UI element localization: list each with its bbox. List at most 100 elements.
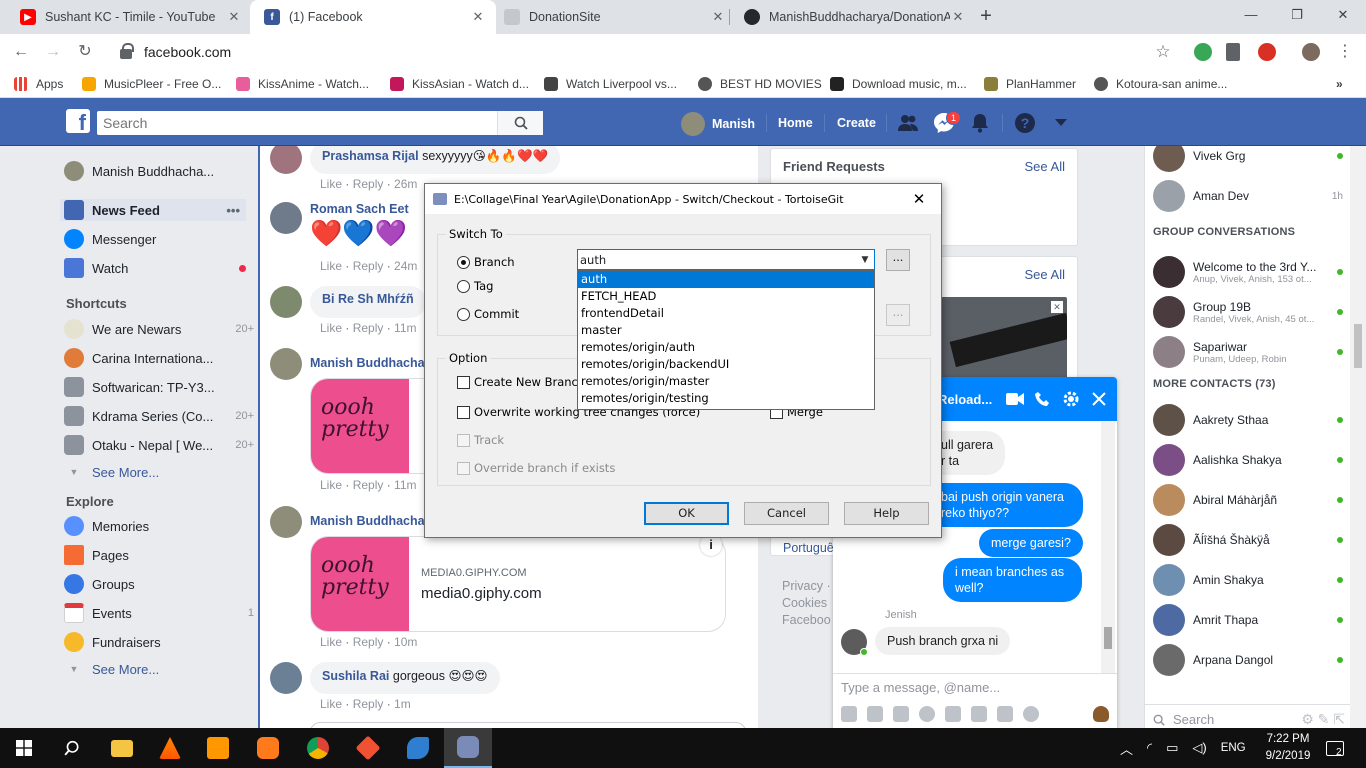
tag-radio[interactable]: Tag bbox=[457, 279, 493, 293]
extension-red-icon[interactable] bbox=[1258, 43, 1276, 61]
phone-call-icon[interactable] bbox=[1034, 390, 1052, 408]
sidebar-item-shortcut[interactable]: Softwarican: TP-Y3... bbox=[64, 376, 254, 398]
gif-icon[interactable] bbox=[893, 706, 909, 722]
tortoisegit-taskbar-icon[interactable] bbox=[444, 728, 492, 768]
more-options-icon[interactable]: ••• bbox=[226, 203, 240, 218]
comment-author[interactable]: Bi Re Sh Mhŕźñ bbox=[322, 292, 414, 306]
photo-icon[interactable] bbox=[841, 706, 857, 722]
branch-option[interactable]: remotes/origin/auth bbox=[578, 339, 874, 356]
language-indicator[interactable]: ENG bbox=[1221, 742, 1246, 754]
branch-option[interactable]: FETCH_HEAD bbox=[578, 288, 874, 305]
like-link[interactable]: Like bbox=[320, 478, 342, 492]
cancel-button[interactable]: Cancel bbox=[744, 502, 829, 525]
chevron-down-icon[interactable]: ▼ bbox=[856, 255, 874, 265]
vlc-icon[interactable] bbox=[146, 728, 194, 768]
more-bookmarks-icon[interactable]: » bbox=[1336, 75, 1343, 93]
friend-requests-icon[interactable] bbox=[896, 111, 920, 135]
reply-link[interactable]: Reply bbox=[353, 478, 384, 492]
comment-time[interactable]: 11m bbox=[394, 478, 416, 492]
sidebar-item-news-feed[interactable]: News Feed ••• bbox=[60, 199, 246, 221]
group-conversation[interactable]: Welcome to the 3rd Y... Anup, Vivek, Anis… bbox=[1153, 256, 1343, 288]
chat-contact[interactable]: Amrit Thapa bbox=[1153, 604, 1343, 636]
avatar[interactable] bbox=[270, 202, 302, 234]
help-icon[interactable]: ? bbox=[1013, 111, 1037, 135]
privacy-link[interactable]: Privacy · bbox=[782, 578, 831, 595]
avatar[interactable] bbox=[270, 506, 302, 538]
scrollbar-thumb[interactable] bbox=[1354, 324, 1362, 368]
branch-option[interactable]: remotes/origin/master bbox=[578, 373, 874, 390]
branch-option[interactable]: master bbox=[578, 322, 874, 339]
bookmark-item[interactable]: BEST HD MOVIES bbox=[698, 75, 822, 93]
chat-settings-gear-icon[interactable] bbox=[1062, 390, 1080, 408]
chat-message-input[interactable]: Type a message, @name... bbox=[833, 673, 1117, 701]
see-all-link[interactable]: See All bbox=[1025, 159, 1065, 174]
back-button[interactable]: ← bbox=[8, 40, 34, 64]
chrome-icon[interactable] bbox=[294, 728, 342, 768]
git-bash-icon[interactable] bbox=[394, 728, 442, 768]
search-icon[interactable] bbox=[48, 728, 96, 768]
bookmark-item[interactable]: Kotoura-san anime... bbox=[1094, 75, 1227, 93]
track-checkbox[interactable]: Track bbox=[457, 433, 504, 447]
bookmark-star-icon[interactable]: ☆ bbox=[1150, 40, 1176, 64]
reply-link[interactable]: Reply bbox=[353, 635, 384, 649]
address-bar[interactable]: facebook.com bbox=[106, 38, 1186, 66]
ad-image[interactable] bbox=[941, 297, 1067, 381]
close-tab-icon[interactable]: ✕ bbox=[710, 9, 726, 25]
home-link[interactable]: Home bbox=[778, 116, 813, 130]
show-hidden-icons-chevron-up-icon[interactable]: ︿ bbox=[1120, 739, 1133, 758]
scrollbar-thumb[interactable] bbox=[1104, 627, 1112, 649]
comment-time[interactable]: 1m bbox=[394, 697, 411, 711]
dialog-title-bar[interactable]: E:\Collage\Final Year\Agile\DonationApp … bbox=[425, 184, 941, 214]
like-link[interactable]: Like bbox=[320, 635, 342, 649]
camera-icon[interactable] bbox=[997, 706, 1013, 722]
windows-start-icon[interactable] bbox=[0, 728, 48, 768]
browse-commit-button[interactable]: ... bbox=[886, 304, 910, 326]
reply-link[interactable]: Reply bbox=[353, 321, 384, 335]
group-conversation[interactable]: Sapariwar Punam, Udeep, Robin bbox=[1153, 336, 1343, 368]
comment-time[interactable]: 24m bbox=[394, 259, 417, 273]
profile-avatar[interactable] bbox=[1302, 43, 1320, 61]
chat-contact[interactable]: Aalishka Shakya bbox=[1153, 444, 1343, 476]
profile-link[interactable]: Manish bbox=[681, 112, 755, 136]
like-link[interactable]: Like bbox=[320, 177, 342, 191]
payment-icon[interactable] bbox=[945, 706, 961, 722]
sidebar-item-groups[interactable]: Groups bbox=[64, 573, 254, 595]
create-link[interactable]: Create bbox=[837, 116, 876, 130]
notifications-bell-icon[interactable] bbox=[968, 111, 992, 135]
bookmark-apps[interactable]: Apps bbox=[14, 75, 63, 93]
chat-contact[interactable]: Ãĺîšhá Šhàkÿå bbox=[1153, 524, 1343, 556]
comment-author[interactable]: Manish Buddhacha bbox=[310, 506, 425, 538]
branch-option[interactable]: remotes/origin/testing bbox=[578, 390, 874, 407]
chat-settings-gear-icon[interactable]: ⚙ ✎ ⇱ bbox=[1301, 711, 1345, 728]
language-link[interactable]: Portuguê bbox=[783, 541, 834, 555]
browse-refs-button[interactable]: ... bbox=[886, 249, 910, 271]
sidebar-item-messenger[interactable]: Messenger bbox=[64, 228, 254, 250]
file-explorer-icon[interactable] bbox=[98, 728, 146, 768]
volume-icon[interactable]: ◁) bbox=[1192, 740, 1206, 756]
chat-contact[interactable]: Aakrety Sthaa bbox=[1153, 404, 1343, 436]
close-dialog-icon[interactable]: ✕ bbox=[897, 190, 941, 208]
git-gui-icon[interactable] bbox=[344, 728, 392, 768]
tab-facebook[interactable]: f (1) Facebook ✕ bbox=[250, 0, 496, 34]
commit-radio[interactable]: Commit bbox=[457, 307, 519, 321]
bookmark-item[interactable]: KissAnime - Watch... bbox=[236, 75, 369, 93]
action-center-icon[interactable]: 2 bbox=[1326, 728, 1344, 768]
reload-button[interactable]: ↻ bbox=[72, 40, 98, 64]
avatar[interactable] bbox=[270, 146, 302, 174]
reply-link[interactable]: Reply bbox=[353, 697, 384, 711]
sidebar-profile[interactable]: Manish Buddhacha... bbox=[64, 160, 254, 182]
ok-button[interactable]: OK bbox=[644, 502, 729, 525]
branch-radio[interactable]: Branch bbox=[457, 255, 515, 269]
group-conversation[interactable]: Group 19B Randel, Vivek, Anish, 45 ot... bbox=[1153, 296, 1343, 328]
like-link[interactable]: Like bbox=[320, 697, 342, 711]
restore-window-button[interactable]: ❐ bbox=[1274, 0, 1320, 30]
close-tab-icon[interactable]: ✕ bbox=[950, 9, 966, 25]
close-tab-icon[interactable]: ✕ bbox=[226, 9, 242, 25]
minimize-window-button[interactable]: — bbox=[1228, 0, 1274, 30]
like-emoji-icon[interactable] bbox=[1093, 706, 1109, 722]
battery-icon[interactable]: ▭ bbox=[1166, 740, 1178, 756]
search-button[interactable] bbox=[497, 111, 543, 135]
tab-donationsite[interactable]: DonationSite ✕ bbox=[490, 0, 736, 34]
page-scrollbar[interactable] bbox=[1350, 146, 1366, 734]
avatar[interactable] bbox=[270, 286, 302, 318]
